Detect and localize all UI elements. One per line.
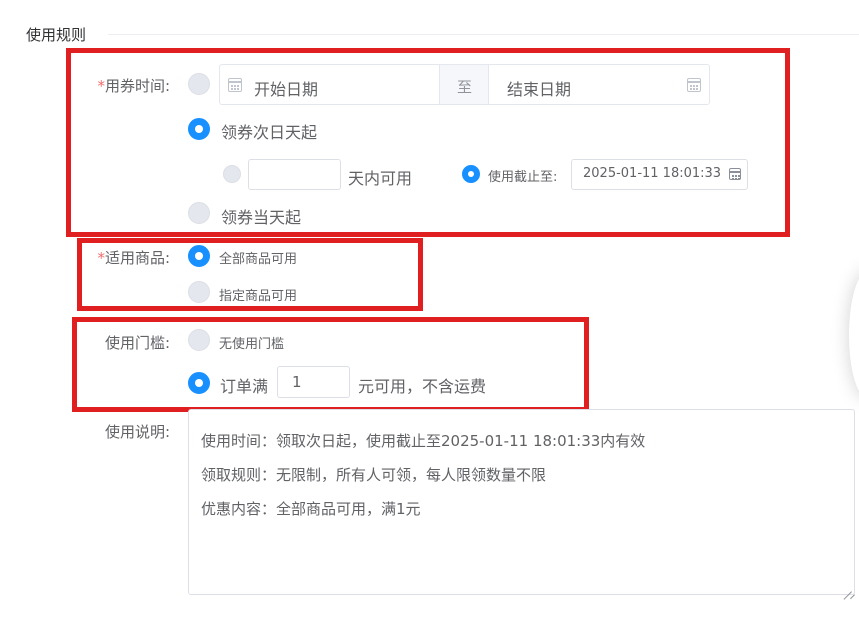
section-divider: [108, 34, 859, 35]
option-next-day-label[interactable]: 领券次日天起: [221, 119, 317, 143]
products-label: *适用商品:: [97, 249, 170, 267]
date-range-separator: 至: [439, 65, 489, 104]
calendar-icon: [228, 78, 242, 92]
radio-date-range[interactable]: [188, 73, 210, 95]
description-line: 领取规则：无限制，所有人可领，每人限领数量不限: [201, 466, 547, 484]
radio-days-within[interactable]: [223, 165, 241, 183]
threshold-label: 使用门槛:: [104, 334, 170, 352]
calendar-icon: [729, 168, 741, 180]
radio-no-threshold[interactable]: [188, 329, 210, 351]
start-date-input[interactable]: 开始日期: [254, 76, 318, 100]
description-line: 优惠内容：全部商品可用，满1元: [201, 500, 421, 518]
option-all-products-label[interactable]: 全部商品可用: [219, 248, 297, 267]
option-order-prefix-label[interactable]: 订单满: [220, 373, 268, 397]
floating-panel-edge: [849, 270, 859, 400]
calendar-icon: [687, 78, 701, 92]
option-specific-products-label[interactable]: 指定商品可用: [219, 285, 297, 304]
radio-all-products[interactable]: [188, 245, 210, 267]
radio-specific-products[interactable]: [188, 281, 210, 303]
radio-next-day[interactable]: [188, 118, 210, 140]
deadline-value: 2025-01-11 18:01:33: [583, 166, 722, 181]
description-label: 使用说明:: [104, 423, 170, 441]
description-textarea[interactable]: 使用时间：领取次日起，使用截止至2025-01-11 18:01:33内有效 领…: [188, 409, 855, 595]
radio-order-threshold[interactable]: [188, 372, 210, 394]
deadline-label: 使用截止至:: [488, 170, 558, 185]
end-date-input[interactable]: 结束日期: [507, 76, 571, 100]
deadline-datetime-input[interactable]: 2025-01-11 18:01:33: [571, 159, 748, 190]
days-input[interactable]: [248, 159, 341, 190]
radio-same-day[interactable]: [188, 202, 210, 224]
radio-deadline[interactable]: [462, 165, 480, 183]
option-no-threshold-label[interactable]: 无使用门槛: [219, 333, 284, 352]
resize-handle-icon[interactable]: [843, 583, 852, 592]
required-mark: *: [97, 249, 105, 267]
section-title: 使用规则: [26, 26, 87, 44]
description-line: 使用时间：领取次日起，使用截止至2025-01-11 18:01:33内有效: [201, 432, 646, 450]
date-range-picker[interactable]: 开始日期 至 结束日期: [219, 64, 710, 105]
validity-label: *用券时间:: [97, 77, 170, 95]
required-mark: *: [97, 77, 105, 95]
option-order-suffix-label: 元可用，不含运费: [358, 377, 487, 396]
option-same-day-label[interactable]: 领券当天起: [221, 204, 301, 228]
order-amount-input[interactable]: 1: [277, 366, 350, 398]
order-amount-value: 1: [292, 373, 302, 391]
days-suffix-label: 天内可用: [348, 169, 413, 188]
